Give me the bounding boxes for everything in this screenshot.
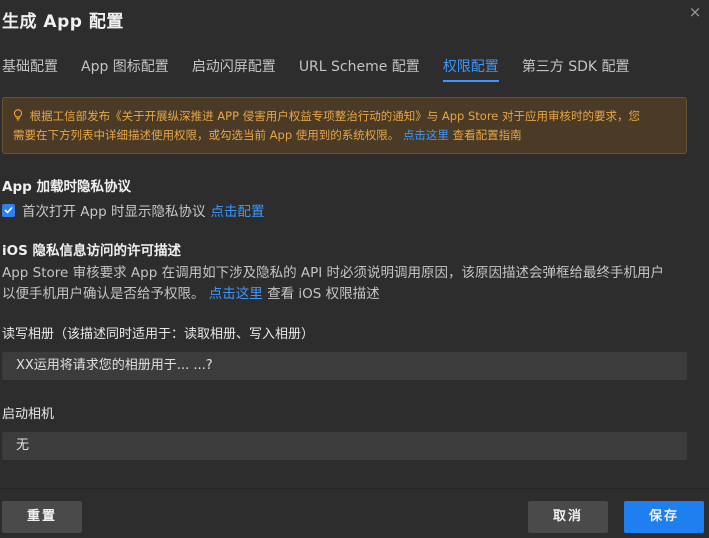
privacy-checkbox-row: 首次打开 App 时显示隐私协议 点击配置 <box>2 200 264 220</box>
save-button[interactable]: 保存 <box>624 501 704 533</box>
photos-field-label: 读写相册（该描述同时适用于：读取相册、写入相册） <box>2 327 315 342</box>
ios-desc-link[interactable]: 点击这里 <box>209 286 263 302</box>
tab-third-party-sdk[interactable]: 第三方 SDK 配置 <box>522 56 630 78</box>
lightbulb-icon <box>13 109 27 123</box>
cancel-button[interactable]: 取消 <box>528 501 608 533</box>
notice-line-2: 需要在下方列表中详细描述使用权限，或勾选当前 App 使用到的系统权限。 点击这… <box>13 126 676 145</box>
desc-line-1: App Store 审核要求 App 在调用如下涉及隐私的 API 时必须说明调… <box>2 265 665 281</box>
app-config-dialog: 生成 App 配置 × 基础配置 App 图标配置 启动闪屏配置 URL Sch… <box>0 0 709 538</box>
guide-link[interactable]: 点击这里 <box>403 128 449 142</box>
privacy-section-title: App 加载时隐私协议 <box>2 179 131 195</box>
privacy-checkbox-label: 首次打开 App 时显示隐私协议 <box>22 204 206 220</box>
ios-permissions-title: iOS 隐私信息访问的许可描述 <box>2 243 182 259</box>
tab-url-scheme[interactable]: URL Scheme 配置 <box>299 56 420 78</box>
notice-text-2: 需要在下方列表中详细描述使用权限，或勾选当前 App 使用到的系统权限。 <box>13 128 400 142</box>
footer-divider <box>0 488 709 489</box>
tab-basic[interactable]: 基础配置 <box>2 56 58 78</box>
notice-text-1: 根据工信部发布《关于开展纵深推进 APP 侵害用户权益专项整治行动的通知》与 A… <box>29 109 641 123</box>
tab-permissions[interactable]: 权限配置 <box>442 56 499 82</box>
privacy-checkbox[interactable] <box>2 203 15 217</box>
dialog-title: 生成 App 配置 <box>2 12 124 32</box>
desc-line-2: 以便手机用户确认是否给予权限。 点击这里 查看 iOS 权限描述 <box>2 284 692 305</box>
desc-line-2-prefix: 以便手机用户确认是否给予权限。 <box>2 286 205 302</box>
privacy-config-link[interactable]: 点击配置 <box>210 200 264 220</box>
notice-line-1: 根据工信部发布《关于开展纵深推进 APP 侵害用户权益专项整治行动的通知》与 A… <box>13 107 676 126</box>
camera-description-input[interactable]: 无 <box>2 432 687 460</box>
notice-banner: 根据工信部发布《关于开展纵深推进 APP 侵害用户权益专项整治行动的通知》与 A… <box>2 97 687 154</box>
camera-field-label: 启动相机 <box>2 407 55 422</box>
close-icon[interactable]: × <box>687 4 703 20</box>
photos-description-input[interactable]: XX运用将请求您的相册用于... ...? <box>2 352 687 380</box>
desc-line-2-suffix: 查看 iOS 权限描述 <box>267 286 380 302</box>
reset-button[interactable]: 重置 <box>2 501 82 533</box>
ios-permissions-description: App Store 审核要求 App 在调用如下涉及隐私的 API 时必须说明调… <box>2 263 692 305</box>
notice-text-after-link: 查看配置指南 <box>452 128 522 142</box>
tab-app-icon[interactable]: App 图标配置 <box>81 56 169 78</box>
tab-bar: 基础配置 App 图标配置 启动闪屏配置 URL Scheme 配置 权限配置 … <box>0 56 653 82</box>
tab-splash[interactable]: 启动闪屏配置 <box>192 56 276 78</box>
